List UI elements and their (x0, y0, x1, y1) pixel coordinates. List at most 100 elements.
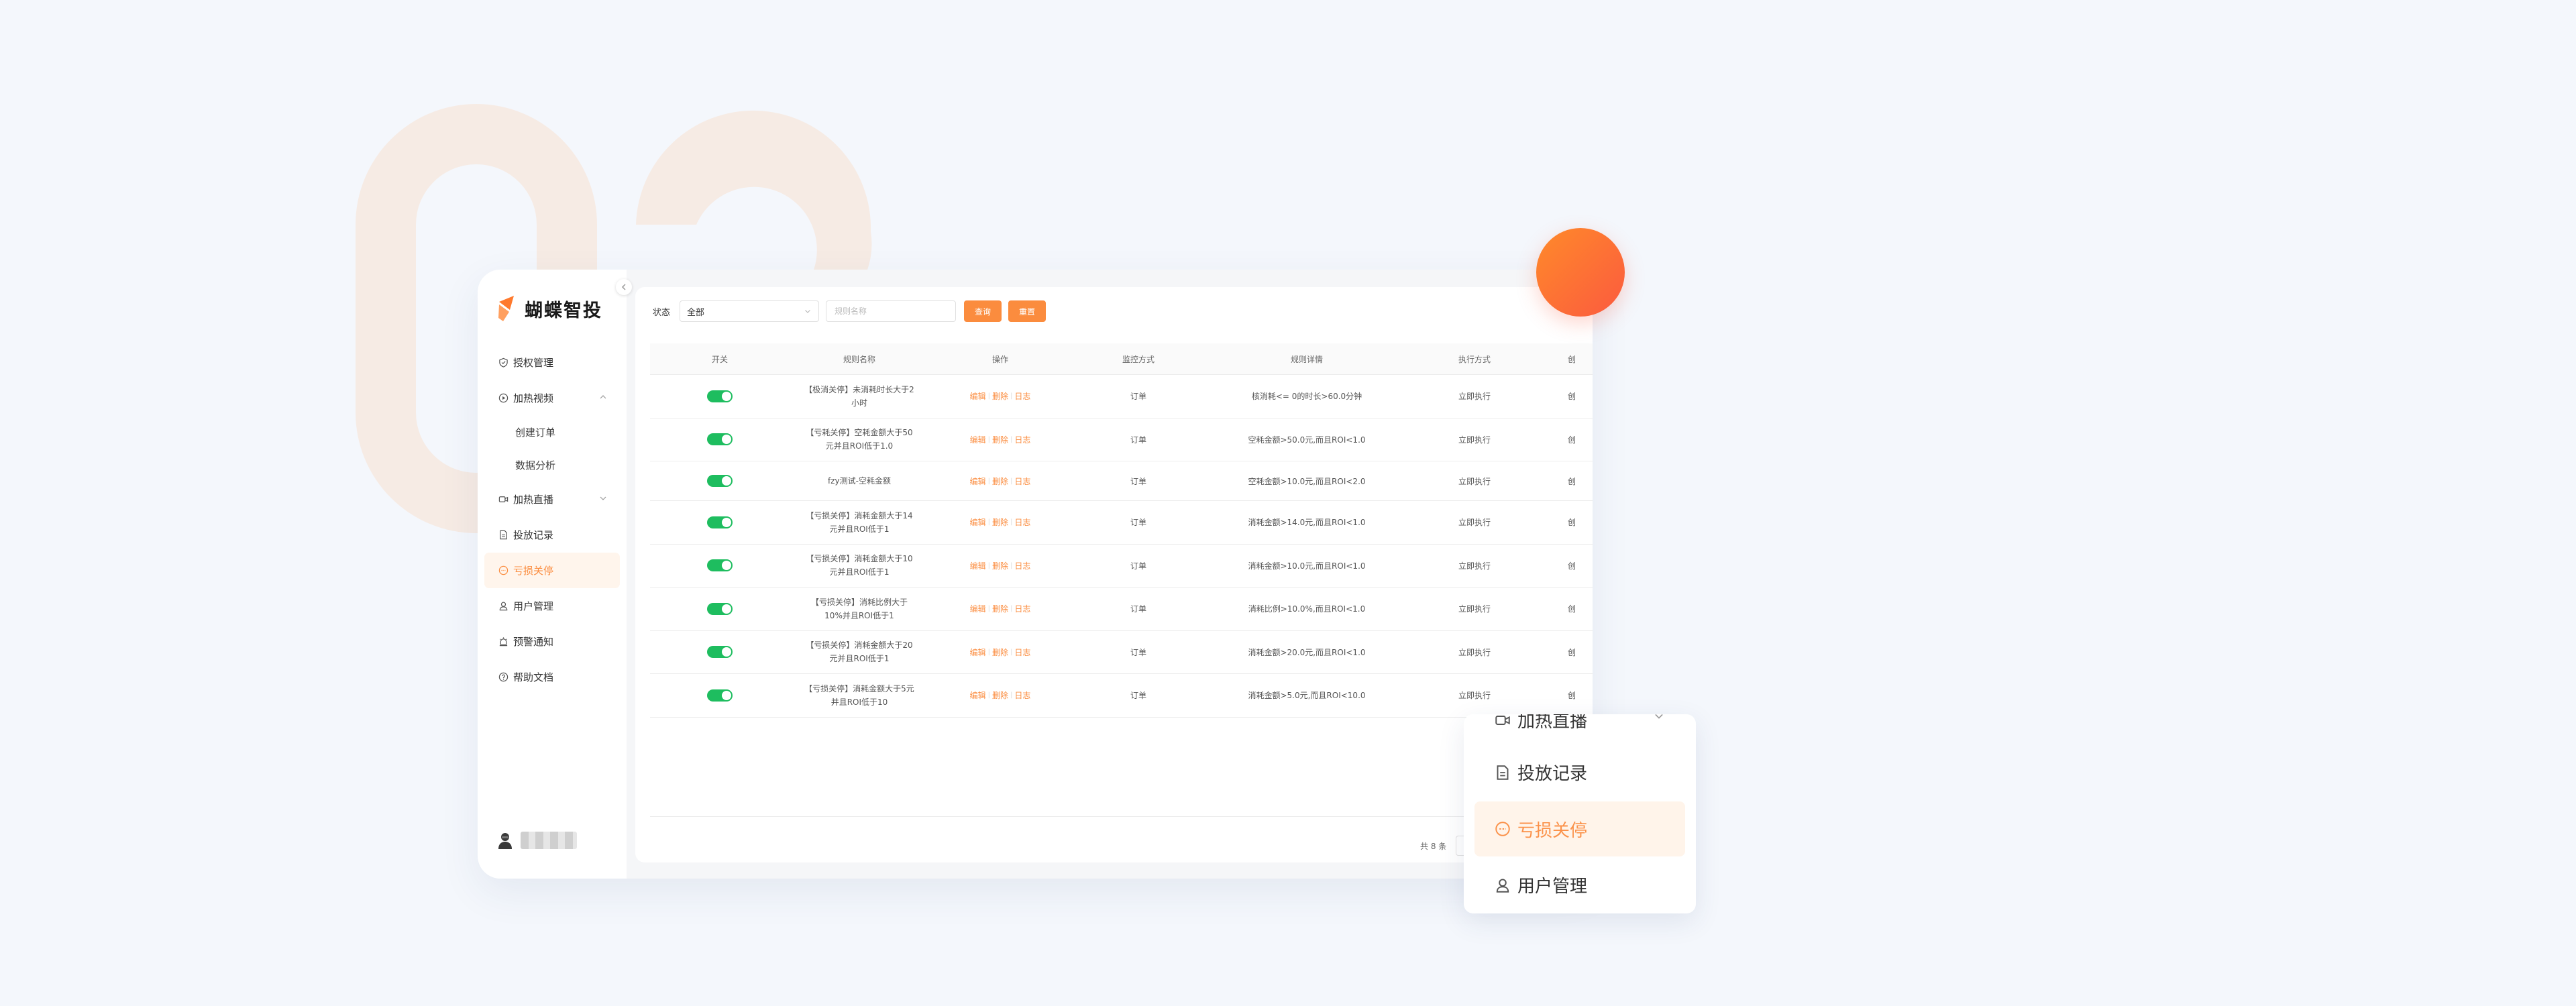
log-link[interactable]: 日志 (1014, 689, 1030, 701)
status-select[interactable]: 全部 (680, 300, 820, 322)
switch-cell (650, 631, 790, 674)
delete-link[interactable]: 删除 (992, 434, 1008, 445)
delete-link[interactable]: 删除 (992, 647, 1008, 658)
log-link[interactable]: 日志 (1014, 476, 1030, 487)
delete-link[interactable]: 删除 (992, 689, 1008, 701)
sidebar-item-boost-video[interactable]: 加热视频 (478, 380, 627, 416)
sidebar-item-label: 加热直播 (513, 494, 554, 506)
edit-link[interactable]: 编辑 (970, 603, 986, 614)
user-icon (1496, 878, 1509, 893)
reset-button[interactable]: 重置 (1008, 300, 1046, 322)
rule-toggle[interactable] (707, 689, 733, 702)
edit-link[interactable]: 编辑 (970, 476, 986, 487)
rule-name-cell: 【亏损关停】消耗金额大于10元并且ROI低于1 (790, 545, 929, 588)
op-divider: | (987, 648, 990, 656)
rule-toggle[interactable] (707, 390, 733, 402)
sidebar-item-label: 预警通知 (513, 636, 554, 648)
sidebar-item-label: 用户管理 (513, 600, 554, 612)
play-circle-icon (498, 393, 508, 404)
help-circle-icon (498, 672, 508, 683)
log-link[interactable]: 日志 (1014, 603, 1030, 614)
monitor-mode: 订单 (1130, 691, 1146, 701)
rule-detail: 消耗比例>10.0%,而且ROI<1.0 (1248, 604, 1366, 614)
edit-link[interactable]: 编辑 (970, 689, 986, 701)
sidebar-item-label: 帮助文档 (513, 671, 554, 683)
table-row: fzy测试-空耗金额 编辑 | 删除 | 日志 订单 空耗金额>10.0元,而且ROI<… (650, 461, 1593, 501)
delete-link[interactable]: 删除 (992, 560, 1008, 571)
rule-detail: 消耗金额>20.0元,而且ROI<1.0 (1248, 647, 1366, 657)
rule-name-input[interactable] (826, 300, 957, 322)
brand-name: 蝴蝶智投 (525, 300, 602, 321)
chevron-down-icon (600, 496, 606, 500)
zoom-item-delivery-records[interactable]: 投放记录 (1495, 760, 1587, 785)
op-divider: | (1010, 691, 1013, 700)
search-button[interactable]: 查询 (964, 300, 1002, 322)
operation-cell: 编辑 | 删除 | 日志 (929, 674, 1071, 717)
sidebar-item-data-analysis[interactable]: 数据分析 (478, 449, 627, 482)
zoom-item-loss-stop[interactable]: 亏损关停 (1474, 801, 1685, 856)
delete-link[interactable]: 删除 (992, 476, 1008, 487)
edit-link[interactable]: 编辑 (970, 434, 986, 445)
delete-link[interactable]: 删除 (992, 603, 1008, 614)
sidebar-item-label: 授权管理 (513, 357, 554, 369)
rule-detail: 消耗金额>14.0元,而且ROI<1.0 (1248, 518, 1366, 528)
chevron-left-icon (621, 284, 626, 290)
log-link[interactable]: 日志 (1014, 434, 1030, 445)
video-camera-icon (1495, 715, 1510, 725)
switch-cell (650, 375, 790, 418)
sidebar-menu: 授权管理 加热视频 创建订单 数据分析 加热直播 投放记录 亏损关停 用户管理 … (478, 345, 627, 695)
edit-link[interactable]: 编辑 (970, 647, 986, 658)
edit-link[interactable]: 编辑 (970, 516, 986, 528)
document-icon (498, 530, 508, 541)
op-divider: | (1010, 605, 1013, 613)
rule-toggle[interactable] (707, 475, 733, 487)
rule-toggle[interactable] (707, 559, 733, 572)
edit-link[interactable]: 编辑 (970, 390, 986, 402)
monitor-mode: 订单 (1130, 604, 1146, 614)
rule-name: 【亏损关停】消耗金额大于20元并且ROI低于1 (806, 640, 913, 664)
delete-link[interactable]: 删除 (992, 516, 1008, 528)
exec-mode: 立即执行 (1458, 561, 1491, 571)
table-header: 开关 规则名称 操作 监控方式 规则详情 执行方式 创 (650, 343, 1593, 375)
user-icon (498, 601, 508, 612)
collapse-sidebar-button[interactable] (616, 279, 632, 295)
switch-cell (650, 674, 790, 717)
sidebar-item-boost-live[interactable]: 加热直播 (478, 482, 627, 517)
rule-toggle[interactable] (707, 646, 733, 659)
rule-toggle[interactable] (707, 516, 733, 528)
table-row: 【亏损关停】消耗金额大于10元并且ROI低于1 编辑 | 删除 | 日志 订单 消耗金额… (650, 545, 1593, 588)
created-cell: 创 (1567, 691, 1576, 701)
sidebar-item-authorization[interactable]: 授权管理 (478, 345, 627, 380)
decorative-orange-orb (1536, 228, 1625, 317)
rule-toggle[interactable] (707, 602, 733, 615)
log-link[interactable]: 日志 (1014, 390, 1030, 402)
zoom-item-boost-live[interactable]: 加热直播 (1495, 714, 1587, 732)
log-link[interactable]: 日志 (1014, 647, 1030, 658)
rule-name-cell: 【亏耗关停】空耗金额大于50元并且ROI低于1.0 (790, 418, 929, 461)
log-link[interactable]: 日志 (1014, 560, 1030, 571)
rule-name-cell: 【亏损关停】消耗金额大于14元并且ROI低于1 (790, 501, 929, 544)
sidebar-item-help-docs[interactable]: 帮助文档 (478, 659, 627, 695)
edit-link[interactable]: 编辑 (970, 560, 986, 571)
zoom-item-user-management[interactable]: 用户管理 (1495, 873, 1587, 897)
user-profile[interactable] (495, 830, 577, 850)
document-icon (1497, 765, 1509, 780)
sidebar-item-user-management[interactable]: 用户管理 (478, 588, 627, 624)
chevron-down-icon (1655, 714, 1663, 719)
operation-cell: 编辑 | 删除 | 日志 (929, 631, 1071, 674)
delete-link[interactable]: 删除 (992, 390, 1008, 402)
pager-divider (650, 816, 1593, 817)
rule-name: 【亏损关停】消耗金额大于5元并且ROI低于10 (804, 683, 914, 707)
sidebar-item-loss-stop[interactable]: 亏损关停 (484, 553, 620, 588)
filter-bar: 状态 全部 查询 重置 (653, 300, 1046, 322)
monitor-mode: 订单 (1130, 392, 1146, 402)
log-link[interactable]: 日志 (1014, 516, 1030, 528)
user-name-redacted (521, 832, 577, 849)
rule-toggle[interactable] (707, 433, 733, 446)
monitor-mode: 订单 (1130, 518, 1146, 528)
sidebar-item-alert-notice[interactable]: 预警通知 (478, 624, 627, 659)
sidebar-item-create-order[interactable]: 创建订单 (478, 416, 627, 449)
rule-detail: 核消耗<= 0的时长>60.0分钟 (1251, 392, 1362, 402)
sidebar-item-delivery-records[interactable]: 投放记录 (478, 517, 627, 553)
rule-name-cell: 【亏损关停】消耗金额大于5元并且ROI低于10 (790, 674, 929, 717)
